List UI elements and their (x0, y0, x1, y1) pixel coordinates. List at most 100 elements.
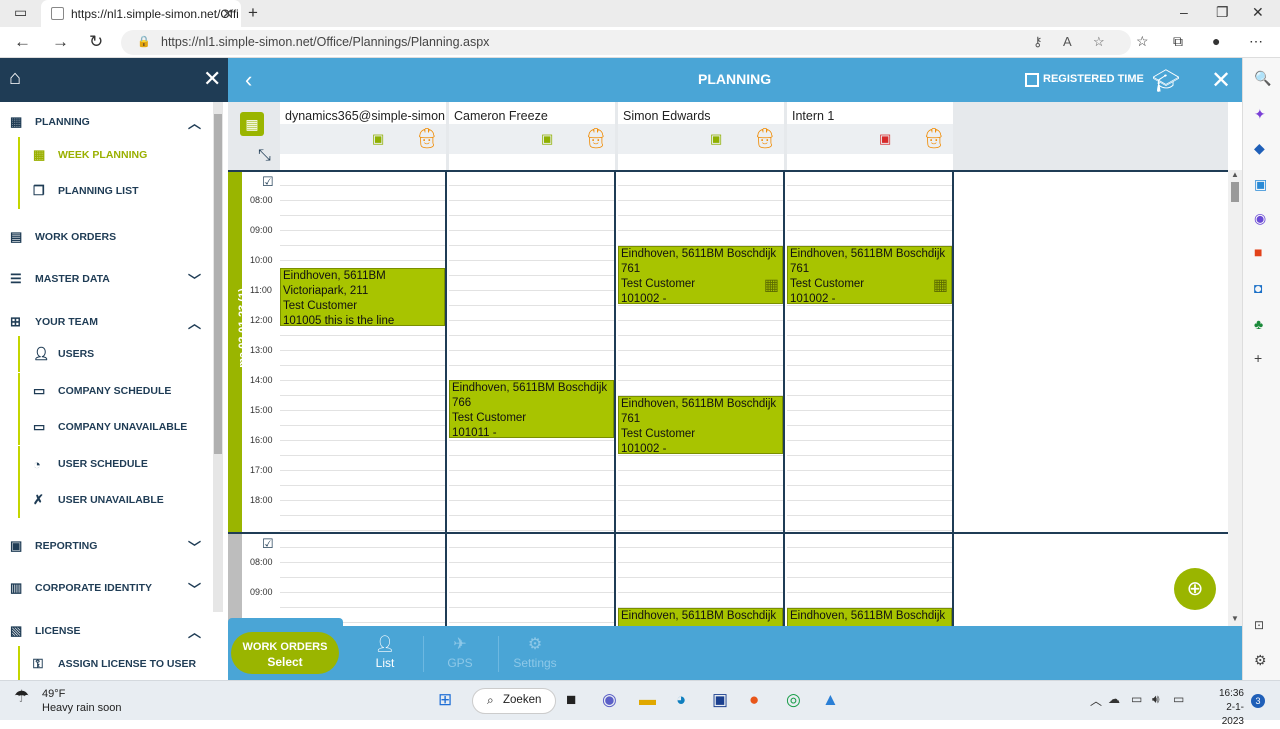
sidebar-item-assign-license[interactable]: ⚿ ASSIGN LICENSE TO USER (18, 646, 203, 682)
appointment-card[interactable]: Eindhoven, 5611BM Boschdijk 761 Test Cus… (787, 246, 952, 304)
search-icon[interactable]: 🔍 (1254, 70, 1271, 87)
chevron-down-icon[interactable]: ﹀ (188, 537, 201, 556)
tag-icon[interactable]: ◆ (1254, 140, 1265, 157)
back-chevron-icon[interactable]: ‹ (245, 67, 252, 93)
store-icon[interactable]: ▣ (712, 690, 728, 710)
day-strip[interactable] (228, 534, 242, 626)
office-icon[interactable]: ■ (1254, 244, 1262, 260)
sidebar-item-planning[interactable]: ▦ PLANNING ︿ (10, 112, 203, 132)
certificate-icon[interactable]: ▣ (710, 131, 722, 147)
sidebar-item-work-orders[interactable]: ▤ WORK ORDERS (10, 227, 203, 247)
certificate-icon[interactable]: ▣ (879, 131, 891, 147)
calendar-picker-icon[interactable]: ▦ (240, 112, 264, 136)
chat-icon[interactable]: ◉ (602, 690, 617, 710)
resource-column-header[interactable]: dynamics365@simple-simon ▣ 👷︎ (280, 102, 446, 170)
sidebar-item-user-unavailable[interactable]: ✗ USER UNAVAILABLE (18, 482, 203, 518)
add-icon[interactable]: + (1254, 350, 1262, 366)
day-strip[interactable]: ma 02-01-23 (1) (228, 172, 249, 532)
read-aloud-icon[interactable]: A (1063, 34, 1072, 49)
sidebar-toggle-icon[interactable]: ⊡ (1254, 618, 1264, 632)
tab-actions-icon[interactable]: ▭ (14, 4, 27, 21)
outlook-icon[interactable]: ◘ (1254, 280, 1262, 296)
new-tab-icon[interactable]: + (248, 3, 258, 23)
graduation-cap-icon[interactable]: 🎓︎ (1152, 68, 1180, 94)
taskbar-search[interactable]: ⌕ Zoeken (472, 688, 556, 714)
refresh-icon[interactable]: ↻ (89, 32, 103, 52)
tools-icon[interactable]: ▣ (1254, 176, 1267, 193)
worker-icon[interactable]: 👷︎ (583, 126, 608, 151)
registered-time-label[interactable]: REGISTERED TIME (1043, 73, 1144, 85)
worker-icon[interactable]: 👷︎ (921, 126, 946, 151)
notification-badge[interactable]: 3 (1251, 694, 1265, 708)
people-icon[interactable]: ◉ (1254, 210, 1266, 227)
chevron-down-icon[interactable]: ﹀ (188, 270, 201, 289)
chevron-up-icon[interactable]: ︿ (188, 113, 201, 132)
resource-column-header[interactable]: Cameron Freeze ▣ 👷︎ (449, 102, 615, 170)
settings-tab[interactable]: ⚙ Settings (500, 634, 570, 670)
tree-icon[interactable]: ♣ (1254, 316, 1263, 332)
appointment-card[interactable]: Eindhoven, 5611BM Boschdijk 761 Test Cus… (618, 396, 783, 454)
appointment-card[interactable]: Eindhoven, 5611BM Boschdijk 761 Test Cus… (618, 246, 783, 304)
appointment-card[interactable]: Eindhoven, 5611BM Boschdijk (787, 608, 952, 626)
sidebar-item-your-team[interactable]: ⊞ YOUR TEAM ︿ (10, 312, 203, 332)
photos-icon[interactable]: ▲ (822, 690, 839, 710)
browser-tab[interactable]: https://nl1.simple-simon.net/Offi ✕ (41, 0, 241, 27)
weather-widget[interactable]: ☂ 49°F Heavy rain soon (14, 687, 122, 715)
sidebar-item-license[interactable]: ▧ LICENSE ︿ (10, 621, 203, 641)
minimize-icon[interactable]: – (1180, 4, 1188, 20)
file-explorer-icon[interactable]: ▬ (639, 690, 656, 710)
windows-start-icon[interactable]: ⊞ (438, 690, 452, 710)
key-icon[interactable]: ⚷ (1033, 34, 1043, 50)
appointment-card[interactable]: Eindhoven, 5611BM Boschdijk (618, 608, 783, 626)
chevron-up-icon[interactable]: ︿ (188, 313, 201, 332)
forward-icon[interactable]: → (52, 32, 69, 52)
back-icon[interactable]: ← (14, 32, 31, 52)
grid-scrollbar[interactable]: ▲ ▼ (1228, 170, 1242, 626)
sidebar-item-corporate-identity[interactable]: ▥ CORPORATE IDENTITY ﹀ (10, 578, 203, 598)
cloud-icon[interactable]: ☁ (1108, 692, 1120, 706)
certificate-icon[interactable]: ▣ (541, 131, 553, 147)
sidebar-item-company-schedule[interactable]: ▭ COMPANY SCHEDULE (18, 373, 203, 409)
favorites-icon[interactable]: ☆ (1136, 33, 1149, 50)
display-icon[interactable]: ▭ (1131, 692, 1142, 706)
taskbar-clock[interactable]: 16:36 2-1-2023 (1208, 687, 1244, 729)
copilot-icon[interactable]: ✦ (1254, 106, 1266, 123)
sidebar-item-week-planning[interactable]: ▦ WEEK PLANNING (18, 137, 203, 173)
close-tab-icon[interactable]: ✕ (222, 6, 233, 22)
zoom-in-button[interactable]: ⊕ (1174, 568, 1216, 610)
certificate-icon[interactable]: ▣ (372, 131, 384, 147)
more-icon[interactable]: ⋯ (1249, 33, 1263, 50)
sidebar-item-planning-list[interactable]: ❐ PLANNING LIST (18, 173, 203, 209)
scroll-up-icon[interactable]: ▲ (1231, 170, 1239, 179)
chevron-up-icon[interactable]: ︿ (188, 622, 201, 641)
url-field[interactable]: 🔒 https://nl1.simple-simon.net/Office/Pl… (121, 30, 1131, 55)
firefox-icon[interactable]: ● (749, 690, 759, 710)
sidebar-item-user-schedule[interactable]: ◔ USER SCHEDULE (18, 446, 203, 482)
appointment-card[interactable]: Eindhoven, 5611BM Boschdijk 766 Test Cus… (449, 380, 614, 438)
registered-time-checkbox[interactable] (1025, 73, 1039, 87)
calendar-repeat-icon[interactable]: ▦ (933, 278, 948, 294)
chevron-down-icon[interactable]: ﹀ (188, 579, 201, 598)
sidebar-item-master-data[interactable]: ☰ MASTER DATA ﹀ (10, 269, 203, 289)
list-tab[interactable]: 👤︎ List (350, 634, 420, 670)
notes-icon[interactable]: ☑ (262, 536, 274, 552)
speaker-icon[interactable]: 🔊︎ (1152, 692, 1160, 707)
sidebar-item-reporting[interactable]: ▣ REPORTING ﹀ (10, 536, 203, 556)
notes-icon[interactable]: ☑ (262, 174, 274, 190)
worker-icon[interactable]: 👷︎ (752, 126, 777, 151)
grid-scroll-thumb[interactable] (1231, 182, 1239, 202)
chrome-icon[interactable]: ◎ (786, 690, 801, 710)
worker-icon[interactable]: 👷︎ (414, 126, 439, 151)
close-window-icon[interactable]: ✕ (1252, 4, 1264, 21)
scroll-down-icon[interactable]: ▼ (1231, 614, 1239, 623)
resource-column-header[interactable]: Simon Edwards ▣ 👷︎ (618, 102, 784, 170)
sidebar-scroll-thumb[interactable] (214, 114, 222, 454)
close-icon[interactable]: ✕ (1211, 66, 1231, 95)
profile-icon[interactable]: ● (1212, 33, 1220, 49)
work-orders-select-button[interactable]: WORK ORDERS Select (231, 632, 339, 674)
planning-grid[interactable]: ma 02-01-23 (1) ☑ ☑ 08:00 09:00 10:00 11… (228, 170, 1228, 626)
sidebar-scrollbar[interactable] (213, 102, 223, 612)
home-icon[interactable]: ⌂ (9, 67, 21, 90)
sidebar-item-users[interactable]: 👤︎ USERS (18, 336, 203, 372)
calendar-repeat-icon[interactable]: ▦ (764, 278, 779, 294)
